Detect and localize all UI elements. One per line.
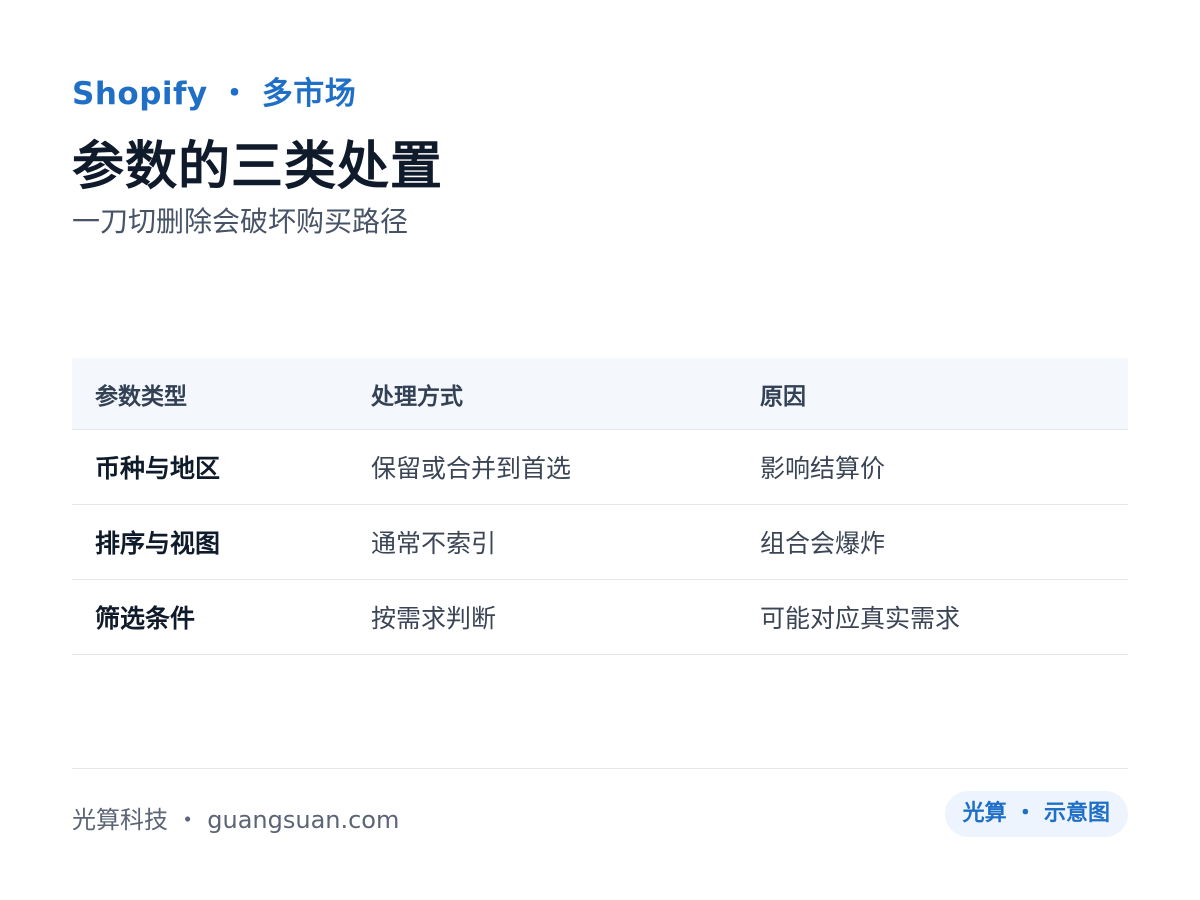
table-row: 筛选条件 按需求判断 可能对应真实需求 — [72, 580, 1128, 655]
handling-cell: 按需求判断 — [371, 604, 497, 633]
column-header-handling: 处理方式 — [371, 383, 463, 410]
column-header-reason: 原因 — [760, 383, 806, 410]
reason-cell: 影响结算价 — [760, 454, 886, 483]
param-type-cell: 筛选条件 — [95, 604, 196, 633]
page-subtitle: 一刀切删除会破坏购买路径 — [72, 205, 409, 238]
reason-cell: 可能对应真实需求 — [760, 604, 961, 633]
handling-cell: 保留或合并到首选 — [371, 454, 572, 483]
param-type-cell: 币种与地区 — [95, 454, 221, 483]
kicker: Shopify ・ 多市场 — [72, 76, 357, 112]
parameter-table: 参数类型 处理方式 原因 币种与地区 保留或合并到首选 影响结算价 排序与视图 … — [72, 358, 1128, 655]
table-header-row: 参数类型 处理方式 原因 — [72, 358, 1128, 430]
table-row: 币种与地区 保留或合并到首选 影响结算价 — [72, 430, 1128, 505]
page: Shopify ・ 多市场 参数的三类处置 一刀切删除会破坏购买路径 参数类型 … — [72, 0, 1128, 900]
page-title: 参数的三类处置 — [72, 137, 444, 197]
reason-cell: 组合会爆炸 — [760, 529, 886, 558]
param-type-cell: 排序与视图 — [95, 529, 221, 558]
footer-divider — [72, 768, 1128, 769]
column-header-param-type: 参数类型 — [95, 383, 187, 410]
footer-brand: 光算科技 ・ guangsuan.com — [72, 806, 400, 834]
table-row: 排序与视图 通常不索引 组合会爆炸 — [72, 505, 1128, 580]
figure-badge: 光算 ・ 示意图 — [944, 791, 1128, 837]
handling-cell: 通常不索引 — [371, 529, 497, 558]
